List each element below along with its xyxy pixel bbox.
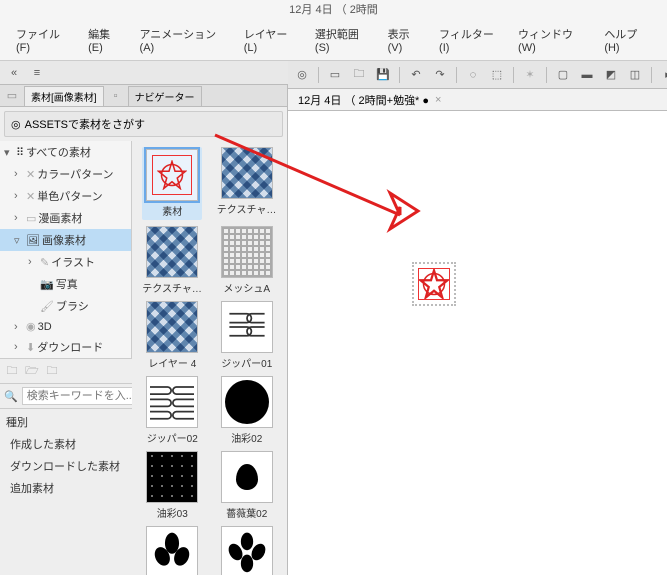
app-icon[interactable]: ◎ bbox=[292, 65, 312, 85]
delete-folder-icon[interactable]: 🗀 bbox=[44, 363, 60, 379]
more-icon[interactable]: ▸ bbox=[658, 65, 667, 85]
camera-icon: 📷 bbox=[40, 278, 54, 291]
material-item[interactable]: 油彩03 bbox=[142, 451, 202, 520]
material-item[interactable]: テクスチャ作成 bbox=[142, 226, 202, 295]
menu-help[interactable]: ヘルプ(H) bbox=[596, 22, 659, 58]
material-label: メッシュA bbox=[217, 280, 277, 295]
menu-edit[interactable]: 編集(E) bbox=[80, 22, 131, 58]
tree-image-material[interactable]: ▿🖼画像素材 bbox=[0, 229, 131, 251]
brush-icon: 🖌 bbox=[40, 300, 54, 313]
save-icon[interactable]: 💾 bbox=[373, 65, 393, 85]
geom-split-icon[interactable]: ◫ bbox=[625, 65, 645, 85]
undo-icon[interactable]: ↶ bbox=[406, 65, 426, 85]
cloud-icon: ◎ bbox=[11, 118, 21, 131]
close-icon[interactable]: × bbox=[435, 94, 441, 106]
material-label: レイヤー 4 bbox=[142, 355, 202, 370]
kind-downloaded[interactable]: ダウンロードした素材 bbox=[0, 455, 132, 477]
assets-search-button[interactable]: ◎ ASSETSで素材をさがす bbox=[4, 111, 283, 137]
material-grid: 素材 テクスチャ作成 テクスチャ作成 メッシュA レイヤー 4 bbox=[132, 141, 287, 575]
tree-brush[interactable]: 🖌ブラシ bbox=[0, 295, 131, 317]
panel-menu-icon[interactable]: ≡ bbox=[27, 63, 47, 83]
dropped-material[interactable] bbox=[412, 262, 456, 306]
material-item[interactable]: 薔薇葉03 bbox=[217, 526, 277, 575]
material-label: テクスチャ作成 bbox=[217, 201, 277, 216]
open-icon[interactable]: 🗀 bbox=[349, 65, 369, 85]
tree-manga[interactable]: ›▭漫画素材 bbox=[0, 207, 131, 229]
canvas-area: ◎ ▭ 🗀 💾 ↶ ↷ ◌ ⬚ ✶ ▢ ▬ ◩ ◫ ▸ 12月 4日 （ 2時間… bbox=[288, 61, 667, 575]
menu-file[interactable]: ファイル(F) bbox=[8, 22, 80, 58]
tree-download[interactable]: ›⬇ダウンロード bbox=[0, 336, 131, 358]
material-item[interactable]: ジッパー01 bbox=[217, 301, 277, 370]
material-label: 素材 bbox=[142, 203, 202, 218]
navigator-icon[interactable]: ▫ bbox=[108, 88, 124, 104]
kind-heading: 種別 bbox=[0, 411, 132, 433]
document-tab[interactable]: 12月 4日 （ 2時間+勉強* ● × bbox=[288, 89, 667, 111]
close-x-icon: ✕ bbox=[26, 168, 35, 181]
new-folder-icon[interactable]: 🗀 bbox=[4, 363, 20, 379]
panel-tabs: ▭ 素材[画像素材] ▫ ナビゲーター bbox=[0, 85, 287, 107]
tab-navigator[interactable]: ナビゲーター bbox=[128, 86, 202, 106]
redo-icon[interactable]: ↷ bbox=[430, 65, 450, 85]
material-item[interactable]: 薔薇葉02 bbox=[217, 451, 277, 520]
download-icon: ⬇ bbox=[26, 341, 35, 354]
folder-icon[interactable]: 🗁 bbox=[24, 363, 40, 379]
title-bar: 12月 4日 （ 2時間 bbox=[0, 0, 667, 20]
tab-material[interactable]: 素材[画像素材] bbox=[24, 86, 104, 106]
search-icon: 🔍 bbox=[4, 390, 18, 403]
material-item[interactable]: 油彩02 bbox=[217, 376, 277, 445]
left-mini-toolbar: « ≡ bbox=[0, 61, 288, 85]
material-item[interactable]: 素材 bbox=[142, 147, 202, 220]
menu-view[interactable]: 表示(V) bbox=[380, 22, 431, 58]
loading-icon: ✶ bbox=[520, 65, 540, 85]
assets-search-label: ASSETSで素材をさがす bbox=[25, 116, 145, 132]
frame-icon: ▭ bbox=[26, 212, 36, 225]
material-label: 薔薇葉02 bbox=[217, 505, 277, 520]
geom-square-icon[interactable]: ▢ bbox=[553, 65, 573, 85]
tree-all-materials[interactable]: ▾⠿すべての素材 bbox=[0, 141, 131, 163]
material-item[interactable]: レイヤー 4 bbox=[142, 301, 202, 370]
tree-photo[interactable]: 📷写真 bbox=[0, 273, 131, 295]
material-panel: « ≡ ▭ 素材[画像素材] ▫ ナビゲーター ◎ ASSETSで素材をさがす … bbox=[0, 61, 288, 575]
tree-color-pattern[interactable]: ›✕カラーパターン bbox=[0, 163, 131, 185]
picture-icon: 🖼 bbox=[26, 234, 40, 247]
new-icon[interactable]: ▭ bbox=[325, 65, 345, 85]
material-item[interactable]: 薔薇葉01 bbox=[142, 526, 202, 575]
thumbnail-icon[interactable]: ▭ bbox=[4, 88, 20, 104]
material-item[interactable]: ジッパー02 bbox=[142, 376, 202, 445]
menu-animation[interactable]: アニメーション(A) bbox=[132, 22, 236, 58]
chevron-left-icon[interactable]: « bbox=[4, 63, 24, 83]
material-tree: ▾⠿すべての素材 ›✕カラーパターン ›✕単色パターン ›▭漫画素材 ▿🖼画像素… bbox=[0, 141, 132, 358]
edit-icon: ✎ bbox=[40, 256, 49, 269]
material-label: 油彩03 bbox=[142, 505, 202, 520]
cube-icon: ◉ bbox=[26, 320, 36, 333]
menu-selection[interactable]: 選択範囲(S) bbox=[307, 22, 380, 58]
tree-3d[interactable]: ›◉3D bbox=[0, 317, 131, 336]
kind-created[interactable]: 作成した素材 bbox=[0, 433, 132, 455]
canvas-toolbar: ◎ ▭ 🗀 💾 ↶ ↷ ◌ ⬚ ✶ ▢ ▬ ◩ ◫ ▸ bbox=[288, 61, 667, 89]
tree-illust[interactable]: ›✎イラスト bbox=[0, 251, 131, 273]
menu-filter[interactable]: フィルター(I) bbox=[431, 22, 510, 58]
material-label: 油彩02 bbox=[217, 430, 277, 445]
material-label: ジッパー02 bbox=[142, 430, 202, 445]
kind-added[interactable]: 追加素材 bbox=[0, 477, 132, 499]
tree-actions: 🗀 🗁 🗀 bbox=[0, 358, 132, 383]
material-label: テクスチャ作成 bbox=[142, 280, 202, 295]
canvas[interactable] bbox=[288, 111, 667, 575]
tree-mono-pattern[interactable]: ›✕単色パターン bbox=[0, 185, 131, 207]
menu-bar: ファイル(F) 編集(E) アニメーション(A) レイヤー(L) 選択範囲(S)… bbox=[0, 20, 667, 61]
geom-diag-icon[interactable]: ◩ bbox=[601, 65, 621, 85]
material-label: ジッパー01 bbox=[217, 355, 277, 370]
document-title: 12月 4日 （ 2時間+勉強* ● bbox=[298, 92, 429, 108]
material-item[interactable]: テクスチャ作成 bbox=[217, 147, 277, 220]
deselect-icon[interactable]: ⬚ bbox=[487, 65, 507, 85]
erase-icon[interactable]: ◌ bbox=[463, 65, 483, 85]
material-item[interactable]: メッシュA bbox=[217, 226, 277, 295]
geom-rect-icon[interactable]: ▬ bbox=[577, 65, 597, 85]
menu-window[interactable]: ウィンドウ(W) bbox=[510, 22, 596, 58]
grid-icon: ⠿ bbox=[16, 146, 24, 159]
close-x-icon: ✕ bbox=[26, 190, 35, 203]
menu-layer[interactable]: レイヤー(L) bbox=[236, 22, 307, 58]
